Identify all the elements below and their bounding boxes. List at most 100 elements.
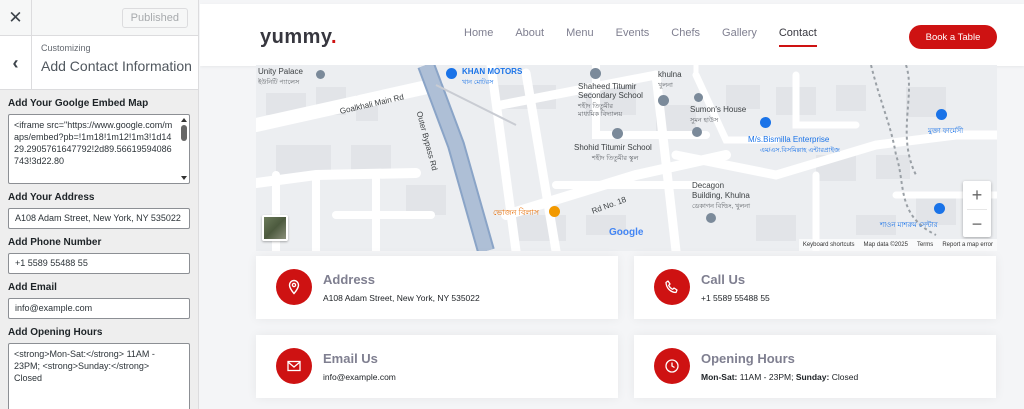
scroll-up-icon[interactable]: [181, 118, 187, 122]
map-label-khan-motors: KHAN MOTORS: [462, 67, 523, 76]
map-embed-value: <iframe src="https://www.google.com/maps…: [14, 120, 173, 166]
map-field-label: Add Your Goolge Embed Map: [8, 98, 149, 109]
map-label-bhojon: ভোজন বিলাস: [493, 208, 539, 217]
map-label-khan-motors-bn: খান মোটরস: [462, 79, 494, 86]
map-label-shohid-bn: শহীদ তিতুমীর স্কুল: [592, 155, 639, 162]
scroll-down-icon[interactable]: [181, 176, 187, 180]
email-card-title: Email Us: [323, 351, 378, 366]
shopping-pin-icon[interactable]: [446, 68, 457, 79]
section-title: Add Contact Information: [41, 58, 192, 74]
nav-gallery[interactable]: Gallery: [722, 27, 757, 43]
customizer-fields: Add Your Goolge Embed Map <iframe src="h…: [0, 98, 198, 409]
hours-card-text: Mon-Sat: 11AM - 23PM; Sunday: Closed: [701, 372, 858, 382]
nav-chefs[interactable]: Chefs: [671, 27, 700, 43]
map-label-shaheed-bn2: মাধ্যমিক বিদ্যালয়: [578, 111, 623, 118]
book-table-button[interactable]: Book a Table: [909, 25, 997, 49]
clock-icon: [654, 348, 690, 384]
map-label-khulna-bn: খুলনা: [658, 82, 673, 89]
email-input[interactable]: info@example.com: [8, 298, 190, 319]
hours-sun-value: Closed: [831, 372, 859, 382]
main-nav: Home About Menu Events Chefs Gallery Con…: [464, 27, 839, 47]
phone-icon: [654, 269, 690, 305]
scroll-thumb[interactable]: [181, 125, 187, 141]
call-card: Call Us +1 5589 55488 55: [634, 256, 996, 319]
map-embed-textarea[interactable]: <iframe src="https://www.google.com/maps…: [8, 114, 190, 184]
site-logo[interactable]: yummy.: [260, 26, 337, 49]
email-card-text: info@example.com: [323, 372, 396, 382]
site-preview: yummy. Home About Menu Events Chefs Gall…: [200, 0, 1024, 409]
keyboard-shortcuts-link[interactable]: Keyboard shortcuts: [803, 242, 855, 248]
map-label-shaheed-1: Shaheed Titumir: [578, 82, 637, 91]
hours-day-label: Mon-Sat:: [701, 372, 738, 382]
hours-sun-label: Sunday:: [795, 372, 830, 382]
chevron-left-icon: ‹: [12, 52, 19, 73]
address-field-label: Add Your Address: [8, 192, 95, 203]
map-footer: Keyboard shortcuts Map data ©2025 Terms …: [798, 239, 997, 251]
logo-dot: .: [331, 26, 338, 48]
zoom-in-button[interactable]: +: [963, 181, 991, 209]
school-pin-icon[interactable]: [590, 68, 601, 79]
google-logo-text: Google: [609, 227, 644, 238]
map-label-decagon-1: Decagon: [692, 181, 725, 190]
close-customizer-button[interactable]: ✕: [0, 0, 32, 36]
email-card: Email Us info@example.com: [256, 335, 618, 398]
email-field-label: Add Email: [8, 282, 57, 293]
hours-day-value: 11AM - 23PM;: [739, 372, 794, 382]
call-card-title: Call Us: [701, 272, 746, 287]
address-card-title: Address: [323, 272, 376, 287]
map-label-unity-palace: Unity Palace: [258, 67, 303, 76]
map-label-khulna: khulna: [658, 70, 682, 79]
shop-pin-icon[interactable]: [934, 203, 945, 214]
call-card-text: +1 5589 55488 55: [701, 293, 770, 303]
satellite-toggle-button[interactable]: [262, 215, 288, 241]
address-card: Address A108 Adam Street, New York, NY 5…: [256, 256, 618, 319]
nav-menu[interactable]: Menu: [566, 27, 594, 43]
hours-card: Opening Hours Mon-Sat: 11AM - 23PM; Sund…: [634, 335, 996, 398]
map-label-unity-palace-bn: ইউনিটি প্যালেস: [258, 79, 300, 86]
map-label-shaheed-2: Secondary School: [578, 91, 643, 100]
customizer-sidebar: ✕ Published ‹ Customizing Add Contact In…: [0, 0, 199, 409]
google-logo: Google: [609, 227, 643, 238]
map-label-shohid: Shohid Titumir School: [574, 143, 652, 152]
pharmacy-pin-icon[interactable]: [936, 109, 947, 120]
home-pin-icon[interactable]: [658, 95, 669, 106]
nav-home[interactable]: Home: [464, 27, 493, 43]
hours-card-title: Opening Hours: [701, 351, 795, 366]
store-pin-icon[interactable]: [760, 117, 771, 128]
nav-contact[interactable]: Contact: [778, 27, 817, 47]
nav-events[interactable]: Events: [616, 27, 650, 43]
map-data-text: Map data ©2025: [863, 242, 908, 248]
close-icon: ✕: [8, 8, 23, 27]
map-label-decagon-bn: ডেকাগন বিল্ডিং, খুলনা: [692, 203, 751, 210]
poi-pin-2-icon[interactable]: [692, 127, 702, 137]
back-button[interactable]: ‹: [0, 36, 32, 90]
customizer-topbar: ✕ Published: [0, 0, 198, 36]
hours-textarea[interactable]: <strong>Mon-Sat:</strong> 11AM - 23PM; <…: [8, 343, 190, 409]
map-label-shaon: শাওন মাশরুম সেন্টার: [880, 222, 938, 229]
building-pin-icon[interactable]: [706, 213, 716, 223]
restaurant-pin-icon[interactable]: [549, 206, 560, 217]
publish-button[interactable]: Published: [121, 8, 188, 28]
map-label-sumons-house-bn: সুমন হাউস: [690, 117, 719, 124]
map-label-bismilla-bn: এম/এস.বিসমিল্লাহ এন্টারপ্রাইজ: [760, 147, 840, 154]
hours-field-label: Add Opening Hours: [8, 327, 103, 338]
map-pin-icon: [276, 269, 312, 305]
phone-input[interactable]: +1 5589 55488 55: [8, 253, 190, 274]
zoom-out-button[interactable]: −: [963, 210, 991, 238]
poi-pin-icon[interactable]: [316, 70, 325, 79]
map-label-bismilla: M/s.Bismilla Enterprise: [748, 135, 830, 144]
nav-about[interactable]: About: [515, 27, 544, 43]
address-card-text: A108 Adam Street, New York, NY 535022: [323, 293, 480, 303]
logo-text: yummy: [260, 26, 332, 48]
report-error-link[interactable]: Report a map error: [942, 242, 993, 248]
site-header: yummy. Home About Menu Events Chefs Gall…: [200, 4, 1024, 66]
house-pin-icon[interactable]: [694, 93, 703, 102]
address-input[interactable]: A108 Adam Street, New York, NY 535022: [8, 208, 190, 229]
phone-field-label: Add Phone Number: [8, 237, 102, 248]
textarea-scrollbar[interactable]: [180, 116, 188, 182]
map-label-sumons-house: Sumon's House: [690, 105, 747, 114]
zoom-controls: + −: [963, 181, 991, 237]
terms-link[interactable]: Terms: [917, 242, 933, 248]
school-pin-2-icon[interactable]: [612, 128, 623, 139]
google-map[interactable]: Unity Palace ইউনিটি প্যালেস KHAN MOTORS …: [256, 65, 997, 251]
